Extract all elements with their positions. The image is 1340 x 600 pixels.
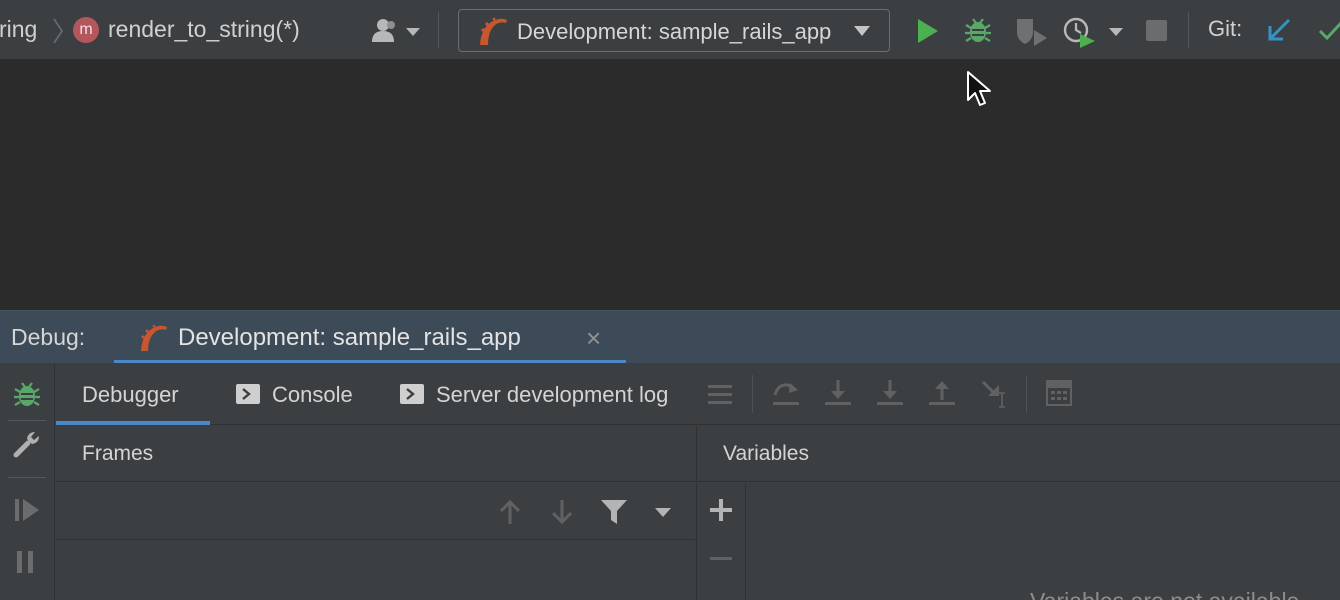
close-icon[interactable]: × xyxy=(586,323,601,354)
rails-icon xyxy=(480,17,507,45)
editor-area[interactable] xyxy=(0,60,1340,310)
dropdown-icon[interactable] xyxy=(654,507,672,519)
tab-server-log[interactable]: Server development log xyxy=(396,363,686,425)
debug-subtabs: Debugger Console Server development log xyxy=(56,363,1340,425)
step-over-icon[interactable] xyxy=(772,379,800,407)
debug-side-toolbar xyxy=(0,363,55,600)
git-label: Git: xyxy=(1208,16,1243,41)
tab-server-log-label: Server development log xyxy=(436,382,669,407)
step-out-icon[interactable] xyxy=(928,379,956,407)
chevron-down-icon xyxy=(854,26,870,36)
debug-window-title: Debug: xyxy=(11,324,86,350)
filter-icon[interactable] xyxy=(600,499,628,525)
mouse-cursor-icon xyxy=(967,71,991,106)
frames-toolbar xyxy=(56,483,695,540)
run-to-cursor-icon[interactable] xyxy=(980,379,1010,409)
toolbar-divider xyxy=(1026,375,1027,413)
toolbar-divider xyxy=(752,375,753,413)
minus-icon[interactable] xyxy=(709,555,733,563)
toolbar-divider xyxy=(1188,12,1189,48)
variables-empty-message: Variables are not available xyxy=(1030,588,1299,600)
frames-list[interactable] xyxy=(56,541,695,600)
step-into-icon[interactable] xyxy=(824,379,852,407)
git-commit-icon[interactable] xyxy=(1318,18,1340,42)
pause-icon[interactable] xyxy=(14,549,38,575)
debug-bug-icon[interactable] xyxy=(12,379,42,409)
variables-toolbar xyxy=(696,483,746,600)
arrow-up-icon[interactable] xyxy=(498,498,522,526)
calculator-icon[interactable] xyxy=(1046,380,1072,406)
debug-panel: Debugger Console Server development log xyxy=(0,363,1340,600)
plus-icon[interactable] xyxy=(709,498,733,522)
run-config-label: Development: sample_rails_app xyxy=(517,19,832,44)
active-tab-indicator xyxy=(56,421,210,425)
frames-pane-header: Frames xyxy=(56,426,695,482)
debug-icon[interactable] xyxy=(963,15,993,45)
force-step-into-icon[interactable] xyxy=(876,379,904,407)
variables-pane-header: Variables xyxy=(696,426,1340,482)
run-config-selector[interactable]: Development: sample_rails_app xyxy=(458,9,890,52)
chevron-down-icon[interactable] xyxy=(1108,27,1124,37)
breadcrumb-separator-icon xyxy=(53,18,63,44)
chevron-down-icon[interactable] xyxy=(405,27,421,37)
settings-wrench-icon[interactable] xyxy=(12,429,42,459)
method-icon: m xyxy=(73,17,99,43)
breadcrumb-prev[interactable]: ring xyxy=(0,16,37,43)
coverage-icon[interactable] xyxy=(1014,16,1048,46)
run-icon[interactable] xyxy=(916,18,940,44)
git-update-icon[interactable] xyxy=(1266,17,1292,43)
frames-title: Frames xyxy=(82,442,154,465)
rails-icon xyxy=(141,324,167,351)
side-divider xyxy=(8,477,46,478)
debug-tool-window-header: Debug: Development: sample_rails_app × xyxy=(0,310,1340,364)
side-divider xyxy=(8,420,46,421)
terminal-icon xyxy=(236,384,260,404)
tab-console[interactable]: Console xyxy=(232,363,362,425)
resume-icon[interactable] xyxy=(13,497,41,523)
user-icon[interactable] xyxy=(370,17,400,43)
debug-session-label: Development: sample_rails_app xyxy=(178,324,521,351)
stop-icon[interactable] xyxy=(1146,20,1167,41)
toolbar-divider xyxy=(438,12,439,48)
breadcrumb-method[interactable]: render_to_string(*) xyxy=(108,16,300,43)
list-icon[interactable] xyxy=(707,383,733,405)
tab-debugger-label: Debugger xyxy=(82,382,179,407)
tab-console-label: Console xyxy=(272,382,353,407)
debug-session-tab[interactable]: Development: sample_rails_app × xyxy=(114,311,626,364)
terminal-icon xyxy=(400,384,424,404)
variables-title: Variables xyxy=(723,442,809,465)
arrow-down-icon[interactable] xyxy=(550,498,574,526)
main-toolbar: ring m render_to_string(*) Development: … xyxy=(0,0,1340,60)
profile-icon[interactable] xyxy=(1063,16,1097,48)
tab-debugger[interactable]: Debugger xyxy=(56,363,210,425)
